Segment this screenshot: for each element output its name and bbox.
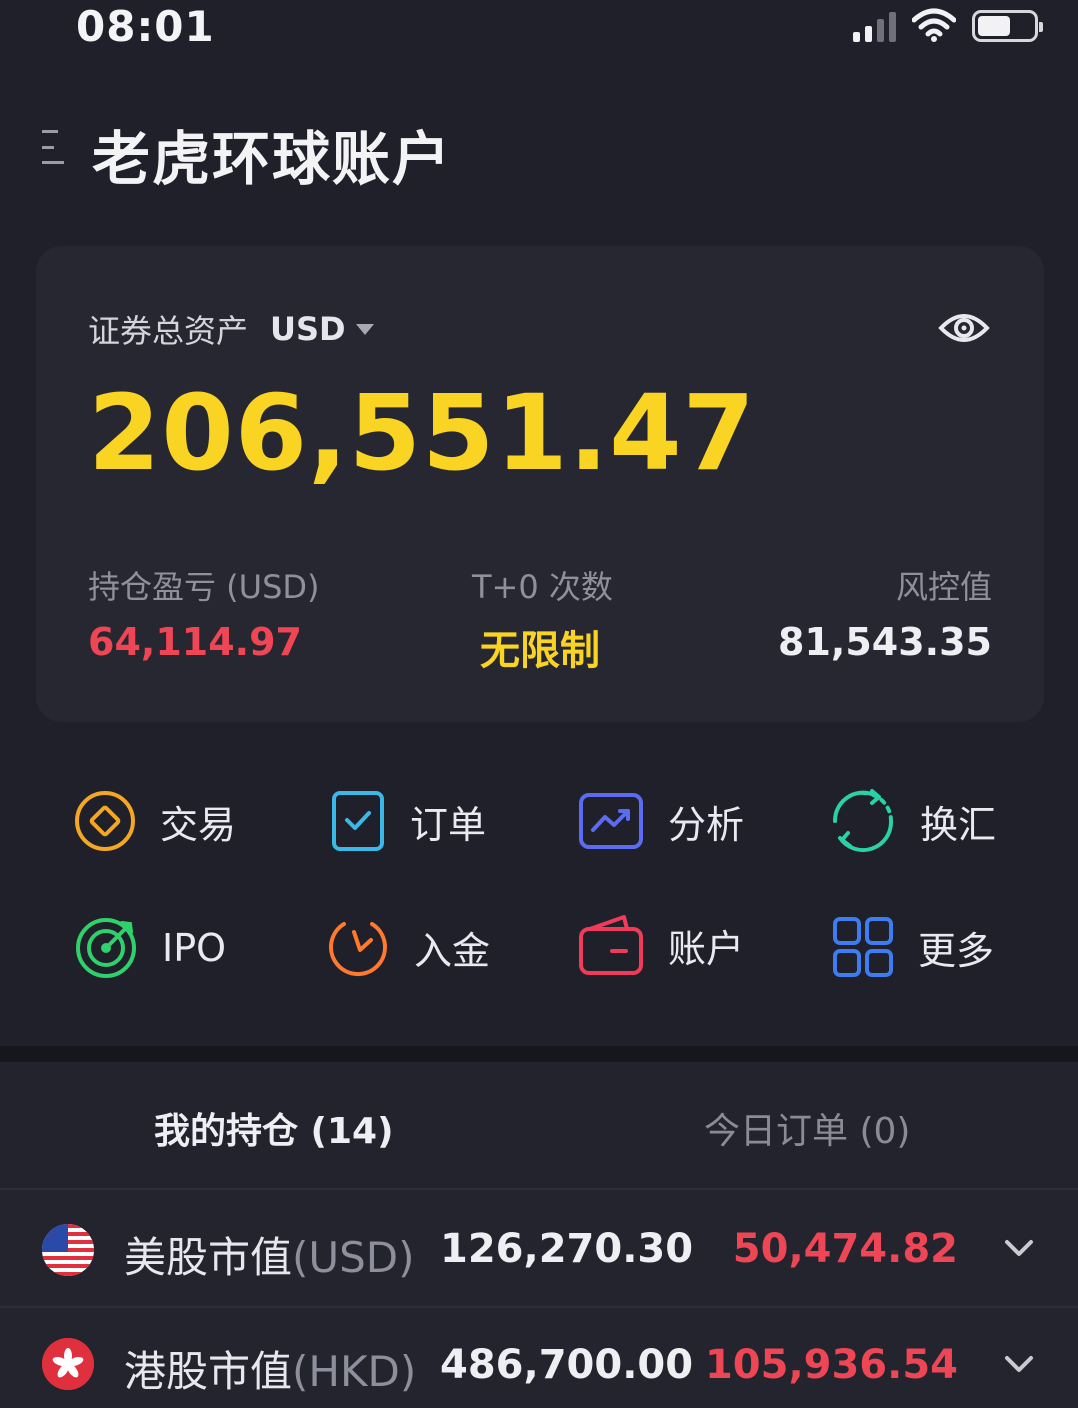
exchange-icon [832, 789, 894, 853]
market-name: 美股市值 [124, 1233, 293, 1282]
action-label: 分析 [668, 802, 745, 847]
hk-flag-icon [42, 1338, 94, 1390]
unrealized-pl-value: 64,114.97 [88, 620, 302, 664]
position-market: 美股市值(USD) [124, 1224, 415, 1285]
action-account[interactable]: 账户 [578, 914, 744, 976]
tab-holdings[interactable]: 我的持仓 (14) [154, 1102, 394, 1154]
chevron-down-icon[interactable] [1004, 1238, 1034, 1258]
ipo-icon [76, 918, 136, 978]
risk-value: 81,543.35 [778, 620, 992, 664]
action-label: 账户 [668, 926, 745, 971]
market-currency: (HKD) [292, 1347, 417, 1396]
risk-value-label: 风控值 [895, 568, 992, 606]
order-icon [332, 791, 384, 851]
deposit-icon [329, 922, 387, 977]
menu-icon[interactable] [42, 130, 64, 164]
action-more[interactable]: 更多 [832, 916, 994, 978]
status-time: 08:01 [76, 2, 215, 51]
currency-label: USD [270, 310, 346, 348]
status-icons [853, 8, 1043, 42]
analysis-icon [579, 793, 643, 849]
wifi-icon [912, 8, 956, 42]
section-divider [0, 1046, 1078, 1062]
market-name: 港股市值 [124, 1347, 293, 1396]
asset-label-row: 证券总资产 USD [88, 306, 374, 352]
action-exchange[interactable]: 换汇 [830, 788, 996, 854]
eye-icon[interactable] [938, 306, 990, 350]
caret-down-icon [355, 323, 374, 335]
market-value: 126,270.30 [440, 1226, 694, 1272]
action-trade[interactable]: 交易 [74, 790, 236, 852]
wallet-icon [579, 915, 643, 975]
action-orders[interactable]: 订单 [330, 790, 486, 852]
battery-icon [972, 10, 1043, 42]
action-label: IPO [162, 926, 227, 970]
trade-icon [75, 791, 135, 851]
unrealized-pl-label: 持仓盈亏 (USD) [88, 568, 320, 606]
action-label: 入金 [414, 928, 491, 973]
action-label: 订单 [410, 802, 487, 847]
action-deposit[interactable]: 入金 [326, 914, 490, 980]
total-assets-value: 206,551.47 [88, 372, 756, 494]
page-title: 老虎环球账户 [92, 125, 453, 193]
market-currency: (USD) [292, 1233, 415, 1282]
market-pl: 105,936.54 [704, 1342, 958, 1388]
asset-label: 证券总资产 [88, 312, 249, 350]
tab-today-orders[interactable]: 今日订单 (0) [704, 1102, 910, 1154]
chevron-down-icon[interactable] [1004, 1354, 1034, 1374]
action-label: 交易 [160, 802, 237, 847]
market-pl: 50,474.82 [732, 1226, 958, 1272]
currency-selector[interactable]: USD [270, 310, 374, 348]
signal-icon [853, 12, 896, 42]
action-ipo[interactable]: IPO [74, 916, 226, 980]
t0-count-label: T+0 次数 [472, 568, 613, 606]
action-label: 换汇 [920, 802, 997, 847]
grid-icon [833, 917, 893, 977]
action-analysis[interactable]: 分析 [578, 792, 744, 850]
us-flag-icon [42, 1224, 94, 1276]
action-label: 更多 [918, 928, 995, 973]
market-value: 486,700.00 [440, 1342, 694, 1388]
t0-count-value: 无限制 [480, 628, 600, 674]
position-market: 港股市值(HKD) [124, 1338, 416, 1399]
